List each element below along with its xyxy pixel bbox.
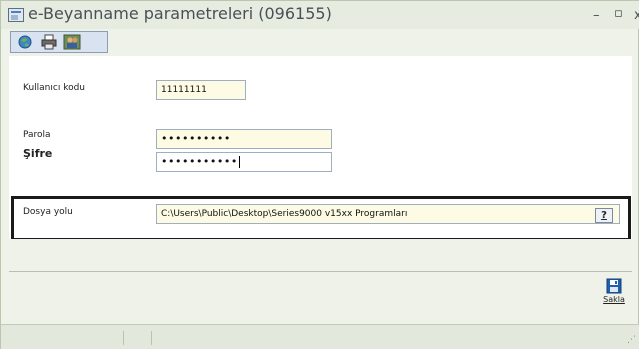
divider <box>9 271 632 272</box>
users-icon[interactable] <box>63 34 81 50</box>
window-title: e-Beyanname parametreleri (096155) <box>28 4 332 23</box>
lower-panel <box>9 239 632 271</box>
cipher-value: ••••••••••• <box>161 155 238 168</box>
save-button-label: Sakla <box>603 295 625 304</box>
status-separator <box>151 331 152 345</box>
user-code-input[interactable]: 11111111 <box>156 80 246 100</box>
password-label: Parola <box>23 130 51 140</box>
app-icon <box>8 8 24 22</box>
title-bar[interactable]: e-Beyanname parametreleri (096155) – ▫ x <box>1 1 639 29</box>
user-code-label: Kullanıcı kodu <box>23 83 86 93</box>
printer-icon[interactable] <box>40 34 58 50</box>
close-button[interactable]: x <box>634 8 639 23</box>
dialog-window: e-Beyanname parametreleri (096155) – ▫ x <box>0 0 639 349</box>
maximize-button[interactable]: ▫ <box>614 6 623 21</box>
password-input[interactable]: •••••••••• <box>156 129 332 149</box>
cipher-input[interactable]: ••••••••••• <box>156 152 332 172</box>
toolbar <box>10 31 108 53</box>
file-path-input[interactable]: C:\Users\Public\Desktop\Series9000 v15xx… <box>156 204 620 224</box>
browse-help-button[interactable]: ? <box>595 208 613 223</box>
text-caret <box>238 156 240 168</box>
floppy-disk-icon <box>597 278 631 294</box>
globe-icon[interactable] <box>16 34 34 50</box>
file-path-label: Dosya yolu <box>23 207 73 217</box>
status-separator <box>123 331 124 345</box>
resize-grip-icon[interactable]: ⋰ <box>627 335 636 345</box>
minimize-button[interactable]: – <box>593 8 600 23</box>
cipher-label: Şifre <box>23 147 53 160</box>
save-button[interactable]: Sakla <box>597 278 631 312</box>
status-bar: ⋰ <box>1 324 639 349</box>
file-path-value: C:\Users\Public\Desktop\Series9000 v15xx… <box>161 209 408 219</box>
